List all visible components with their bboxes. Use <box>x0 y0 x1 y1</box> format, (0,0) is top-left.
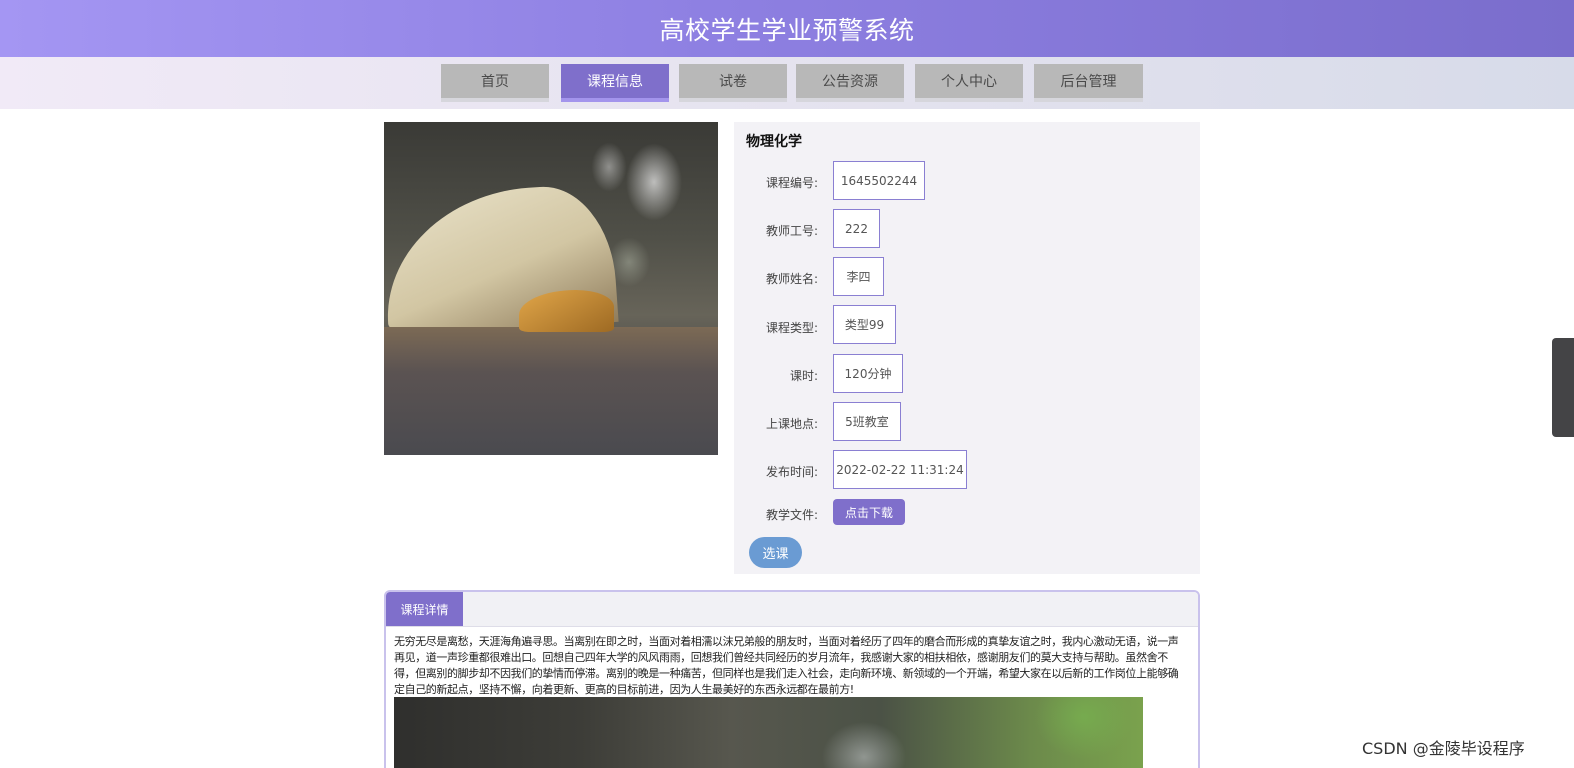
course-detail-text: 无穷无尽是离愁，天涯海角遍寻思。当离别在即之时，当面对着相濡以沫兄弟般的朋友时，… <box>394 635 1179 696</box>
detail-tabbar: 课程详情 <box>386 592 1198 627</box>
nav-item-personal-center[interactable]: 个人中心 <box>915 64 1023 102</box>
app-header: 高校学生学业预警系统 <box>0 0 1574 57</box>
main-nav: 首页 课程信息 试卷 公告资源 个人中心 后台管理 <box>0 57 1574 109</box>
download-button[interactable]: 点击下载 <box>833 499 905 525</box>
table-surface-shape <box>384 327 718 455</box>
publish-time-value: 2022-02-22 11:31:24 <box>833 450 967 489</box>
course-info-panel: 物理化学 课程编号: 1645502244 教师工号: 222 教师姓名: 李四… <box>734 122 1200 574</box>
teacher-id-value: 222 <box>833 209 880 248</box>
class-hours-value: 120分钟 <box>833 354 903 393</box>
side-drawer-handle[interactable] <box>1552 338 1574 437</box>
course-detail-image <box>394 697 1143 768</box>
watermark: CSDN @金陵毕设程序 <box>1362 739 1525 758</box>
select-course-button[interactable]: 选课 <box>749 537 802 568</box>
app-title: 高校学生学业预警系统 <box>659 15 915 45</box>
course-id-value: 1645502244 <box>833 161 925 200</box>
nav-item-announcements[interactable]: 公告资源 <box>796 64 904 102</box>
tab-course-detail[interactable]: 课程详情 <box>386 592 463 626</box>
teaching-file-label: 教学文件: <box>765 508 818 522</box>
nav-item-admin[interactable]: 后台管理 <box>1034 64 1143 102</box>
nav-item-exam-papers[interactable]: 试卷 <box>679 64 787 102</box>
teacher-name-value: 李四 <box>833 257 884 296</box>
course-cover-image <box>384 122 718 455</box>
publish-time-label: 发布时间: <box>765 465 818 479</box>
location-value: 5班教室 <box>833 402 901 441</box>
nav-item-course-info[interactable]: 课程信息 <box>561 64 669 102</box>
course-detail-section: 课程详情 无穷无尽是离愁，天涯海角遍寻思。当离别在即之时，当面对着相濡以沫兄弟般… <box>384 590 1200 768</box>
course-type-label: 课程类型: <box>765 321 818 335</box>
course-name: 物理化学 <box>746 134 802 150</box>
nav-item-home[interactable]: 首页 <box>441 64 549 102</box>
location-label: 上课地点: <box>765 417 818 431</box>
class-hours-label: 课时: <box>789 369 818 383</box>
teacher-id-label: 教师工号: <box>765 224 818 238</box>
teacher-name-label: 教师姓名: <box>765 272 818 286</box>
course-id-label: 课程编号: <box>765 176 818 190</box>
course-type-value: 类型99 <box>833 305 896 344</box>
